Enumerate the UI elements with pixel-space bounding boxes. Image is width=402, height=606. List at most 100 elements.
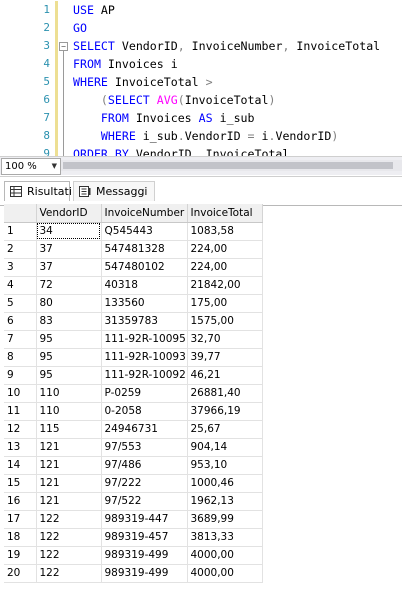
table-row[interactable]: 10 110 P-0259 26881,40 — [4, 384, 263, 403]
cell-invoicenumber[interactable]: P-0259 — [101, 384, 188, 403]
cell-vendorid[interactable]: 115 — [36, 420, 102, 439]
cell-vendorid[interactable]: 34 — [36, 222, 102, 241]
cell-invoicenumber[interactable]: 40318 — [101, 276, 188, 295]
cell-invoicetotal[interactable]: 39,77 — [187, 348, 263, 367]
table-row[interactable]: 13 121 97/553 904,14 — [4, 438, 263, 457]
code-line[interactable]: 1 USE AP — [0, 1, 402, 19]
cell-invoicenumber[interactable]: 989319-447 — [101, 510, 188, 529]
cell-invoicenumber[interactable]: 0-2058 — [101, 402, 188, 421]
cell-vendorid[interactable]: 37 — [36, 240, 102, 259]
cell-vendorid[interactable]: 122 — [36, 546, 102, 565]
results-grid[interactable]: VendorID InvoiceNumber InvoiceTotal 1 34 Q… — [4, 204, 263, 583]
cell-invoicetotal[interactable]: 1083,58 — [187, 222, 263, 241]
cell-invoicenumber[interactable]: 31359783 — [101, 312, 188, 331]
cell-invoicetotal[interactable]: 25,67 — [187, 420, 263, 439]
cell-vendorid[interactable]: 121 — [36, 438, 102, 457]
table-row[interactable]: 5 80 133560 175,00 — [4, 294, 263, 313]
horizontal-scrollbar[interactable] — [61, 160, 402, 171]
tab-messages[interactable]: Messaggi — [73, 181, 155, 201]
cell-vendorid[interactable]: 121 — [36, 456, 102, 475]
cell-invoicenumber[interactable]: 24946731 — [101, 420, 188, 439]
cell-invoicenumber[interactable]: 133560 — [101, 294, 188, 313]
row-number[interactable]: 6 — [4, 312, 37, 331]
cell-invoicetotal[interactable]: 953,10 — [187, 456, 263, 475]
table-row[interactable]: 15 121 97/222 1000,46 — [4, 474, 263, 493]
code-line[interactable]: 8 WHERE i_sub.VendorID = i.VendorID) — [0, 127, 402, 145]
table-row[interactable]: 3 37 547480102 224,00 — [4, 258, 263, 277]
cell-vendorid[interactable]: 110 — [36, 384, 102, 403]
cell-invoicenumber[interactable]: 547481328 — [101, 240, 188, 259]
code-line[interactable]: 6 (SELECT AVG(InvoiceTotal) — [0, 91, 402, 109]
cell-invoicetotal[interactable]: 1000,46 — [187, 474, 263, 493]
code-line[interactable]: 4 FROM Invoices i — [0, 55, 402, 73]
cell-invoicenumber[interactable]: 111-92R-10095 — [101, 330, 188, 349]
column-header-invoicenumber[interactable]: InvoiceNumber — [101, 204, 188, 223]
cell-vendorid[interactable]: 122 — [36, 564, 102, 583]
code-line[interactable]: 7 FROM Invoices AS i_sub — [0, 109, 402, 127]
zoom-select[interactable]: 100 % ▼ — [1, 158, 61, 175]
cell-invoicetotal[interactable]: 3813,33 — [187, 528, 263, 547]
table-row[interactable]: 17 122 989319-447 3689,99 — [4, 510, 263, 529]
scrollbar-thumb[interactable] — [63, 162, 393, 169]
query-editor[interactable]: 1 USE AP 2 GO 3 SELECT VendorID, InvoiceNumbe… — [0, 0, 402, 163]
cell-invoicetotal[interactable]: 3689,99 — [187, 510, 263, 529]
column-header-vendorid[interactable]: VendorID — [36, 204, 102, 223]
table-row[interactable]: 16 121 97/522 1962,13 — [4, 492, 263, 511]
row-number[interactable]: 10 — [4, 384, 37, 403]
collapse-icon[interactable]: − — [59, 42, 68, 51]
row-number[interactable]: 11 — [4, 402, 37, 421]
row-number[interactable]: 4 — [4, 276, 37, 295]
row-number[interactable]: 7 — [4, 330, 37, 349]
code-line[interactable]: 5 WHERE InvoiceTotal > — [0, 73, 402, 91]
cell-invoicenumber[interactable]: 97/553 — [101, 438, 188, 457]
cell-invoicenumber[interactable]: 547480102 — [101, 258, 188, 277]
cell-invoicetotal[interactable]: 4000,00 — [187, 564, 263, 583]
row-number[interactable]: 12 — [4, 420, 37, 439]
row-number[interactable]: 16 — [4, 492, 37, 511]
cell-vendorid[interactable]: 122 — [36, 528, 102, 547]
tab-results[interactable]: Risultati — [4, 181, 72, 201]
cell-invoicetotal[interactable]: 224,00 — [187, 240, 263, 259]
row-number[interactable]: 17 — [4, 510, 37, 529]
cell-vendorid[interactable]: 95 — [36, 366, 102, 385]
cell-invoicetotal[interactable]: 224,00 — [187, 258, 263, 277]
cell-invoicenumber[interactable]: 111-92R-10093 — [101, 348, 188, 367]
row-number[interactable]: 5 — [4, 294, 37, 313]
table-row[interactable]: 18 122 989319-457 3813,33 — [4, 528, 263, 547]
row-number[interactable]: 3 — [4, 258, 37, 277]
cell-invoicetotal[interactable]: 1962,13 — [187, 492, 263, 511]
cell-vendorid[interactable]: 95 — [36, 348, 102, 367]
table-row[interactable]: 20 122 989319-499 4000,00 — [4, 564, 263, 583]
cell-invoicetotal[interactable]: 21842,00 — [187, 276, 263, 295]
table-row[interactable]: 1 34 Q545443 1083,58 — [4, 222, 263, 241]
cell-invoicenumber[interactable]: 97/222 — [101, 474, 188, 493]
cell-vendorid[interactable]: 121 — [36, 492, 102, 511]
row-number[interactable]: 1 — [4, 222, 37, 241]
row-number[interactable]: 8 — [4, 348, 37, 367]
row-number[interactable]: 15 — [4, 474, 37, 493]
row-number-header[interactable] — [4, 204, 37, 223]
table-row[interactable]: 14 121 97/486 953,10 — [4, 456, 263, 475]
cell-vendorid[interactable]: 110 — [36, 402, 102, 421]
cell-invoicetotal[interactable]: 26881,40 — [187, 384, 263, 403]
row-number[interactable]: 20 — [4, 564, 37, 583]
table-row[interactable]: 12 115 24946731 25,67 — [4, 420, 263, 439]
cell-invoicenumber[interactable]: 97/522 — [101, 492, 188, 511]
table-row[interactable]: 9 95 111-92R-10092 46,21 — [4, 366, 263, 385]
cell-invoicetotal[interactable]: 1575,00 — [187, 312, 263, 331]
column-header-invoicetotal[interactable]: InvoiceTotal — [187, 204, 263, 223]
cell-invoicetotal[interactable]: 904,14 — [187, 438, 263, 457]
cell-invoicenumber[interactable]: 989319-499 — [101, 546, 188, 565]
cell-vendorid[interactable]: 80 — [36, 294, 102, 313]
chevron-down-icon[interactable]: ▼ — [52, 159, 57, 174]
row-number[interactable]: 14 — [4, 456, 37, 475]
row-number[interactable]: 2 — [4, 240, 37, 259]
cell-invoicenumber[interactable]: 97/486 — [101, 456, 188, 475]
cell-invoicenumber[interactable]: 989319-457 — [101, 528, 188, 547]
cell-vendorid[interactable]: 121 — [36, 474, 102, 493]
cell-vendorid[interactable]: 95 — [36, 330, 102, 349]
table-row[interactable]: 4 72 40318 21842,00 — [4, 276, 263, 295]
code-line[interactable]: 2 GO — [0, 19, 402, 37]
cell-vendorid[interactable]: 122 — [36, 510, 102, 529]
cell-invoicenumber[interactable]: 111-92R-10092 — [101, 366, 188, 385]
